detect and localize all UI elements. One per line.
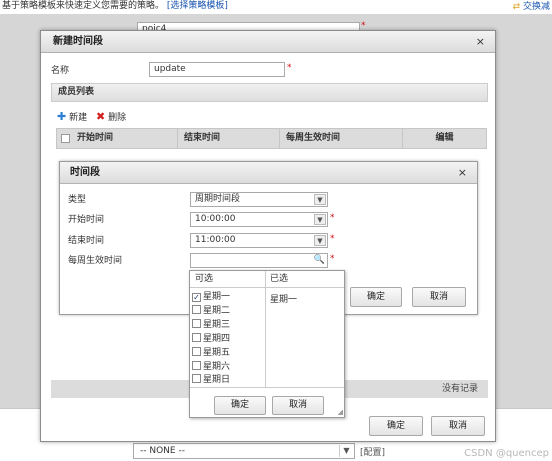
type-select[interactable]: 周期时间段 ▼: [190, 192, 328, 207]
dialog-cancel-button[interactable]: 取消: [431, 416, 485, 436]
weekday-label: 星期日: [203, 375, 231, 385]
background-select-value: -- NONE --: [140, 446, 185, 456]
chevron-down-icon: ▼: [314, 214, 326, 225]
end-time-label: 结束时间: [68, 236, 105, 246]
picker-ok-button[interactable]: 确定: [214, 396, 266, 415]
members-section-header: 成员列表: [51, 83, 488, 102]
weekday-option[interactable]: 星期五: [192, 347, 230, 360]
chevron-down-icon: ▼: [314, 235, 326, 246]
add-label: 新建: [69, 113, 88, 123]
delete-label: 删除: [108, 113, 127, 123]
hint-text: 基于策略模板来快速定义您需要的策略。: [2, 1, 165, 11]
picker-header: 可选 已选: [190, 271, 344, 288]
inner-cancel-button[interactable]: 取消: [412, 287, 466, 307]
checkbox[interactable]: [192, 361, 201, 370]
weekday-option[interactable]: 星期六: [192, 361, 230, 374]
end-time-select[interactable]: 11:00:00 ▼: [190, 233, 328, 248]
end-time-value: 11:00:00: [195, 235, 236, 245]
weekly-time-label: 每周生效时间: [68, 256, 123, 266]
type-label: 类型: [68, 195, 87, 205]
select-all-checkbox[interactable]: [61, 134, 70, 143]
choose-template-link[interactable]: [选择策略模板]: [167, 1, 228, 11]
column-end-time[interactable]: 结束时间: [177, 129, 279, 148]
name-input[interactable]: update: [149, 62, 285, 77]
close-icon[interactable]: ×: [476, 36, 485, 48]
exchange-link[interactable]: ⇄ 交换减: [513, 1, 550, 13]
weekday-label: 星期四: [203, 334, 231, 344]
type-select-value: 周期时间段: [195, 194, 241, 204]
weekday-option[interactable]: 星期日: [192, 374, 230, 387]
checkmark-icon[interactable]: ✓: [192, 293, 201, 302]
weekday-label: 星期五: [203, 348, 231, 358]
close-icon[interactable]: ×: [458, 167, 467, 179]
checkbox[interactable]: [192, 347, 201, 356]
required-marker: *: [287, 63, 292, 73]
weekday-label: 星期二: [203, 306, 231, 316]
weekday-option[interactable]: 星期二: [192, 305, 230, 318]
policy-template-hint: 基于策略模板来快速定义您需要的策略。 [选择策略模板]: [0, 0, 552, 14]
config-link[interactable]: [配置]: [360, 445, 385, 458]
add-button[interactable]: ✚ 新建: [57, 110, 87, 123]
delete-button[interactable]: ✖ 删除: [96, 110, 126, 123]
weekday-label: 星期三: [203, 320, 231, 330]
selected-header: 已选: [270, 274, 289, 284]
exchange-link-label: 交换减: [522, 2, 550, 12]
resize-grip-icon[interactable]: ◢: [338, 409, 343, 416]
column-weekly-time[interactable]: 每周生效时间: [279, 129, 402, 148]
weekday-option[interactable]: 星期三: [192, 319, 230, 332]
required-marker: *: [330, 254, 335, 264]
plus-icon: ✚: [57, 110, 67, 123]
weekday-label: 星期一: [203, 292, 231, 302]
picker-cancel-button[interactable]: 取消: [272, 396, 324, 415]
exchange-icon: ⇄: [512, 2, 521, 12]
background-select[interactable]: -- NONE -- ▼: [133, 443, 355, 459]
delete-x-icon: ✖: [96, 110, 106, 123]
chevron-down-icon: ▼: [314, 194, 326, 205]
members-table-header: 开始时间 结束时间 每周生效时间 编辑: [56, 128, 487, 149]
weekday-option[interactable]: 星期四: [192, 333, 230, 346]
available-header: 可选: [195, 274, 214, 284]
weekday-label: 星期六: [203, 362, 231, 372]
weekly-time-input[interactable]: 🔍: [190, 253, 328, 268]
start-time-value: 10:00:00: [195, 214, 236, 224]
weekday-option[interactable]: ✓ 星期一: [192, 291, 230, 304]
required-marker: *: [330, 234, 335, 244]
magnifier-icon[interactable]: 🔍: [314, 254, 325, 267]
selected-weekday-item[interactable]: 星期一: [270, 292, 297, 305]
watermark: CSDN @quencep: [464, 448, 549, 459]
name-label: 名称: [51, 66, 70, 76]
required-marker: *: [330, 213, 335, 223]
checkbox[interactable]: [192, 374, 201, 383]
inner-ok-button[interactable]: 确定: [350, 287, 402, 307]
picker-divider: [265, 271, 266, 387]
column-edit[interactable]: 编辑: [402, 129, 486, 148]
start-time-select[interactable]: 10:00:00 ▼: [190, 212, 328, 227]
checkbox[interactable]: [192, 305, 201, 314]
chevron-down-icon: ▼: [339, 445, 353, 457]
checkbox[interactable]: [192, 319, 201, 328]
checkbox[interactable]: [192, 333, 201, 342]
start-time-label: 开始时间: [68, 215, 105, 225]
inner-dialog-title: 时间段: [60, 162, 477, 184]
weekday-picker: 可选 已选 ✓ 星期一 星期二 星期三 星期四 星期五 星期六 星期日 星期一 确…: [189, 270, 345, 418]
dialog-ok-button[interactable]: 确定: [369, 416, 423, 436]
dialog-title: 新建时间段: [41, 31, 495, 53]
picker-footer: 确定 取消: [190, 387, 344, 417]
